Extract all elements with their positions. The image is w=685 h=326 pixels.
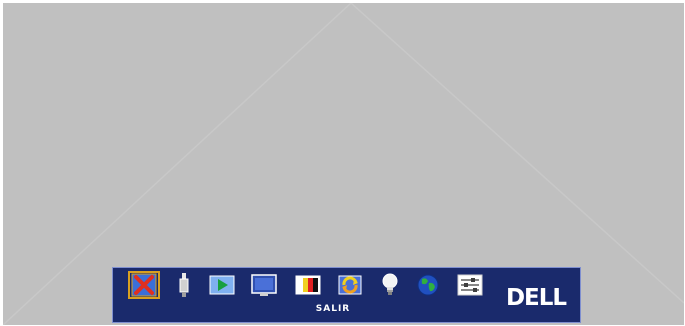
dell-logo-mark: DELL <box>506 285 568 310</box>
play-icon <box>209 275 235 295</box>
auto-adjust-menu-button[interactable] <box>335 272 365 298</box>
language-globe-icon <box>417 274 439 296</box>
display-screen-icon <box>251 274 277 296</box>
auto-adjust-icon <box>338 275 362 295</box>
color-bars-icon <box>295 275 321 295</box>
selected-item-label: SALIR <box>315 304 351 314</box>
display-menu-button[interactable] <box>249 272 279 298</box>
input-source-icon <box>179 273 189 297</box>
language-menu-button[interactable] <box>413 272 443 298</box>
svg-text:DELL: DELL <box>506 285 567 310</box>
exit-icon <box>131 273 157 297</box>
lamp-menu-button[interactable] <box>375 272 405 298</box>
management-menu-button[interactable] <box>455 272 485 298</box>
dell-logo: DELL <box>498 282 574 312</box>
projector-screen: SALIR DELL <box>3 3 684 325</box>
settings-sliders-icon <box>457 274 483 296</box>
picture-menu-button[interactable] <box>293 272 323 298</box>
osd-menu-bar: SALIR DELL <box>112 267 581 323</box>
input-source-menu-button[interactable] <box>169 272 199 298</box>
lamp-icon <box>382 273 398 295</box>
video-menu-button[interactable] <box>207 272 237 298</box>
exit-menu-button[interactable] <box>128 271 160 299</box>
